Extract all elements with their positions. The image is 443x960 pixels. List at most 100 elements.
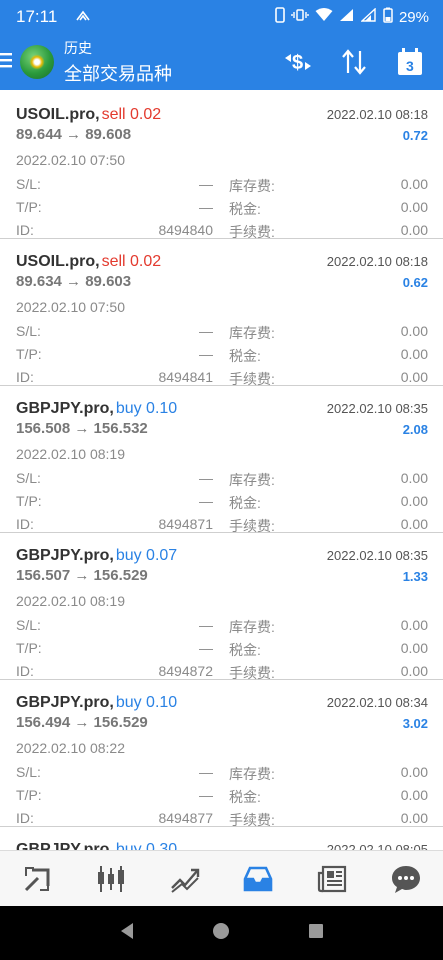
deal-open-time: 2022.02.10 08:19 (16, 446, 125, 462)
swap-value: 0.00 (400, 323, 428, 339)
tax-label: 税金: (229, 201, 261, 217)
sl-label: S/L: (16, 470, 41, 486)
deal-item[interactable]: GBPJPY.pro, buy 0.10 2022.02.10 08:35 15… (0, 386, 443, 534)
home-icon[interactable] (211, 921, 231, 946)
svg-text:$: $ (292, 52, 303, 74)
tp-value: — (199, 493, 213, 509)
deal-close-time: 2022.02.10 08:18 (326, 254, 428, 269)
sl-value: — (199, 470, 213, 486)
swap-label: 库存费: (229, 619, 275, 635)
sl-label: S/L: (16, 323, 41, 339)
deal-profit: 2.08 (402, 422, 428, 437)
sl-label: S/L: (16, 764, 41, 780)
tax-value: 0.00 (400, 346, 428, 362)
app-logo (20, 45, 54, 79)
deal-side: sell 0.02 (101, 253, 162, 270)
deal-prices: 156.508 → 156.532 (16, 420, 148, 437)
deal-prices: 89.644 → 89.608 (16, 126, 132, 143)
tax-label: 税金: (229, 495, 261, 511)
vibrate-icon (291, 8, 309, 26)
deal-close-time: 2022.02.10 08:05 (326, 842, 428, 850)
fee-value: 0.00 (400, 222, 428, 238)
deal-item[interactable]: USOIL.pro, sell 0.02 2022.02.10 08:18 89… (0, 92, 443, 240)
tp-value: — (199, 787, 213, 803)
id-value: 8494877 (158, 810, 213, 826)
deal-profit: 0.62 (402, 275, 428, 290)
menu-icon[interactable] (0, 51, 14, 73)
calendar-icon[interactable]: 3 (393, 45, 427, 79)
deal-profit: 1.33 (402, 569, 428, 584)
fee-value: 0.00 (400, 810, 428, 826)
recents-icon[interactable] (306, 921, 326, 946)
tp-label: T/P: (16, 346, 42, 362)
tp-value: — (199, 199, 213, 215)
deal-symbol: GBPJPY.pro, (16, 841, 114, 850)
bottom-nav (0, 850, 443, 906)
swap-value: 0.00 (400, 764, 428, 780)
fee-value: 0.00 (400, 516, 428, 532)
tax-label: 税金: (229, 642, 261, 658)
tax-label: 税金: (229, 348, 261, 364)
deal-item[interactable]: GBPJPY.pro, buy 0.30 2022.02.10 08:05 S/… (0, 827, 443, 850)
wifi-icon (315, 8, 333, 26)
back-icon[interactable] (117, 921, 137, 946)
deal-open-time: 2022.02.10 08:22 (16, 740, 125, 756)
deal-side: buy 0.30 (115, 841, 178, 850)
id-value: 8494872 (158, 663, 213, 679)
system-nav-bar (0, 906, 443, 960)
deal-item[interactable]: USOIL.pro, sell 0.02 2022.02.10 08:18 89… (0, 239, 443, 387)
deal-symbol: USOIL.pro, (16, 253, 100, 270)
tax-value: 0.00 (400, 787, 428, 803)
deal-list[interactable]: USOIL.pro, sell 0.02 2022.02.10 08:18 89… (0, 90, 443, 850)
deal-open-time: 2022.02.10 08:19 (16, 593, 125, 609)
battery-icon (383, 7, 393, 27)
id-label: ID: (16, 663, 34, 679)
phone-icon (275, 7, 285, 27)
swap-label: 库存费: (229, 472, 275, 488)
deal-close-time: 2022.02.10 08:35 (326, 401, 428, 416)
deal-profit: 3.02 (402, 716, 428, 731)
page-title[interactable]: 全部交易品种 (64, 60, 172, 86)
status-bar: 17:11 29% (0, 0, 443, 34)
deal-close-time: 2022.02.10 08:34 (326, 695, 428, 710)
deal-symbol: GBPJPY.pro, (16, 547, 114, 564)
deal-symbol: GBPJPY.pro, (16, 694, 114, 711)
deal-item[interactable]: GBPJPY.pro, buy 0.10 2022.02.10 08:34 15… (0, 680, 443, 828)
tp-label: T/P: (16, 640, 42, 656)
sl-value: — (199, 176, 213, 192)
quotes-icon[interactable] (15, 857, 59, 901)
deal-close-time: 2022.02.10 08:35 (326, 548, 428, 563)
deal-symbol: GBPJPY.pro, (16, 400, 114, 417)
sort-icon[interactable] (337, 45, 371, 79)
swap-label: 库存费: (229, 766, 275, 782)
deal-symbol: USOIL.pro, (16, 106, 100, 123)
tp-value: — (199, 640, 213, 656)
page-subtitle: 历史 (64, 40, 92, 56)
deal-open-time: 2022.02.10 07:50 (16, 299, 125, 315)
tp-label: T/P: (16, 199, 42, 215)
deal-prices: 156.507 → 156.529 (16, 567, 148, 584)
id-label: ID: (16, 222, 34, 238)
currency-swap-icon[interactable]: $ (281, 45, 315, 79)
fee-value: 0.00 (400, 663, 428, 679)
sl-label: S/L: (16, 176, 41, 192)
tp-value: — (199, 346, 213, 362)
signal-2-icon (360, 7, 377, 26)
history-icon[interactable] (236, 857, 280, 901)
deal-profit: 0.72 (402, 128, 428, 143)
id-value: 8494840 (158, 222, 213, 238)
signal-icon (339, 8, 355, 26)
swap-value: 0.00 (400, 617, 428, 633)
trade-icon[interactable] (163, 857, 207, 901)
tax-value: 0.00 (400, 493, 428, 509)
swap-value: 0.00 (400, 470, 428, 486)
deal-prices: 156.494 → 156.529 (16, 714, 148, 731)
deal-open-time: 2022.02.10 07:50 (16, 152, 125, 168)
tax-label: 税金: (229, 789, 261, 805)
chat-icon[interactable] (384, 857, 428, 901)
id-label: ID: (16, 810, 34, 826)
news-icon[interactable] (310, 857, 354, 901)
deal-item[interactable]: GBPJPY.pro, buy 0.07 2022.02.10 08:35 15… (0, 533, 443, 681)
chart-icon[interactable] (89, 857, 133, 901)
deal-close-time: 2022.02.10 08:18 (326, 107, 428, 122)
